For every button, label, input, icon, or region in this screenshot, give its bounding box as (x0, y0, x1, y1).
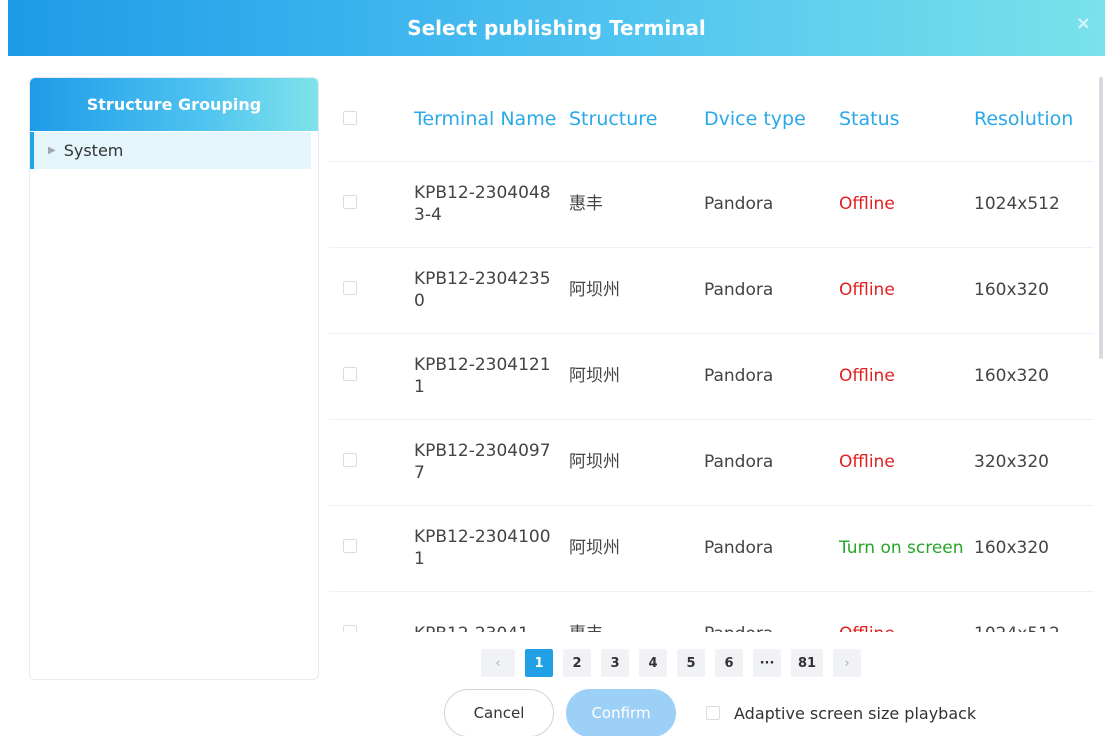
page-button-last[interactable]: 81 (791, 649, 823, 677)
cell-resolution: 1024x512 (974, 591, 1094, 632)
row-checkbox[interactable] (343, 625, 357, 632)
row-checkbox[interactable] (343, 453, 357, 467)
cell-status: Offline (839, 591, 974, 632)
cell-resolution: 160x320 (974, 247, 1094, 334)
row-select-cell (329, 591, 414, 632)
page-button-3[interactable]: 3 (601, 649, 629, 677)
adaptive-playback-checkbox[interactable] (706, 706, 720, 720)
structure-grouping-panel: Structure Grouping ▶ System (29, 77, 319, 680)
tree-item-label: System (63, 141, 124, 160)
row-checkbox[interactable] (343, 281, 357, 295)
row-select-cell (329, 419, 414, 506)
cell-structure: 阿坝州 (569, 247, 704, 334)
row-checkbox[interactable] (343, 195, 357, 209)
cell-terminal-name: KPB12-23040977 (414, 419, 569, 506)
cancel-button[interactable]: Cancel (444, 689, 554, 736)
page-button-1[interactable]: 1 (525, 649, 553, 677)
table-row[interactable]: KPB12-23041211 阿坝州 Pandora Offline 160x3… (329, 333, 1094, 420)
cell-structure: 阿坝州 (569, 505, 704, 592)
header-structure: Structure (569, 77, 704, 162)
cell-resolution: 320x320 (974, 419, 1094, 506)
cell-structure: 阿坝州 (569, 419, 704, 506)
cell-device-type: Pandora (704, 247, 839, 334)
cell-resolution: 160x320 (974, 333, 1094, 420)
page-button-6[interactable]: 6 (715, 649, 743, 677)
close-icon[interactable]: × (1076, 13, 1091, 34)
cell-resolution: 1024x512 (974, 161, 1094, 248)
cell-status: Turn on screen (839, 505, 974, 592)
cell-status: Offline (839, 419, 974, 506)
cell-resolution: 160x320 (974, 505, 1094, 592)
adaptive-playback-label: Adaptive screen size playback (734, 703, 977, 723)
cell-device-type: Pandora (704, 333, 839, 420)
table-scrollbar-thumb[interactable] (1099, 77, 1103, 359)
cell-terminal-name: KPB12-23041 (414, 591, 569, 632)
cell-structure: 阿坝州 (569, 333, 704, 420)
cell-status: Offline (839, 161, 974, 248)
caret-right-icon[interactable]: ▶ (48, 145, 56, 156)
page-button-2[interactable]: 2 (563, 649, 591, 677)
table-row[interactable]: KPB12-23040977 阿坝州 Pandora Offline 320x3… (329, 419, 1094, 506)
page-button-4[interactable]: 4 (639, 649, 667, 677)
tree-item-system[interactable]: ▶ System (30, 132, 311, 169)
cell-terminal-name: KPB12-23040483-4 (414, 161, 569, 248)
prev-page-button[interactable]: ‹ (481, 649, 515, 677)
cell-device-type: Pandora (704, 419, 839, 506)
dialog-title: Select publishing Terminal (407, 16, 706, 40)
cell-status: Offline (839, 333, 974, 420)
cell-status: Offline (839, 247, 974, 334)
row-select-cell (329, 161, 414, 248)
row-checkbox[interactable] (343, 539, 357, 553)
cell-device-type: Pandora (704, 505, 839, 592)
table-row[interactable]: KPB12-23040483-4 惠丰 Pandora Offline 1024… (329, 161, 1094, 248)
dialog-footer: Cancel Confirm Adaptive screen size play… (444, 689, 976, 736)
cell-device-type: Pandora (704, 591, 839, 632)
row-select-cell (329, 247, 414, 334)
header-status: Status (839, 77, 974, 162)
table-row[interactable]: KPB12-23041001 阿坝州 Pandora Turn on scree… (329, 505, 1094, 592)
cell-terminal-name: KPB12-23042350 (414, 247, 569, 334)
table-row[interactable]: KPB12-23042350 阿坝州 Pandora Offline 160x3… (329, 247, 1094, 334)
next-page-button[interactable]: › (833, 649, 861, 677)
table-row[interactable]: KPB12-23041 惠丰 Pandora Offline 1024x512 (329, 591, 1094, 632)
structure-grouping-header: Structure Grouping (30, 78, 318, 131)
cell-terminal-name: KPB12-23041001 (414, 505, 569, 592)
header-device-type: Dvice type (704, 77, 839, 162)
row-select-cell (329, 333, 414, 420)
pagination: ‹ 1 2 3 4 5 6 ··· 81 › (481, 648, 871, 678)
terminal-table-container: Terminal Name Structure Dvice type Statu… (329, 77, 1094, 632)
select-all-cell (329, 77, 414, 162)
more-pages-button[interactable]: ··· (753, 649, 781, 677)
header-terminal-name: Terminal Name (414, 77, 569, 162)
confirm-button[interactable]: Confirm (566, 689, 676, 736)
row-checkbox[interactable] (343, 367, 357, 381)
cell-terminal-name: KPB12-23041211 (414, 333, 569, 420)
select-all-checkbox[interactable] (343, 110, 357, 125)
adaptive-playback-option[interactable]: Adaptive screen size playback (706, 704, 976, 723)
cell-structure: 惠丰 (569, 161, 704, 248)
cell-device-type: Pandora (704, 161, 839, 248)
cell-structure: 惠丰 (569, 591, 704, 632)
table-header-row: Terminal Name Structure Dvice type Statu… (329, 77, 1094, 162)
page-button-5[interactable]: 5 (677, 649, 705, 677)
header-resolution: Resolution (974, 77, 1094, 162)
dialog-title-bar: Select publishing Terminal × (8, 0, 1105, 56)
publish-terminal-dialog: Select publishing Terminal × Structure G… (0, 0, 1105, 736)
terminal-table: Terminal Name Structure Dvice type Statu… (329, 77, 1094, 632)
row-select-cell (329, 505, 414, 592)
